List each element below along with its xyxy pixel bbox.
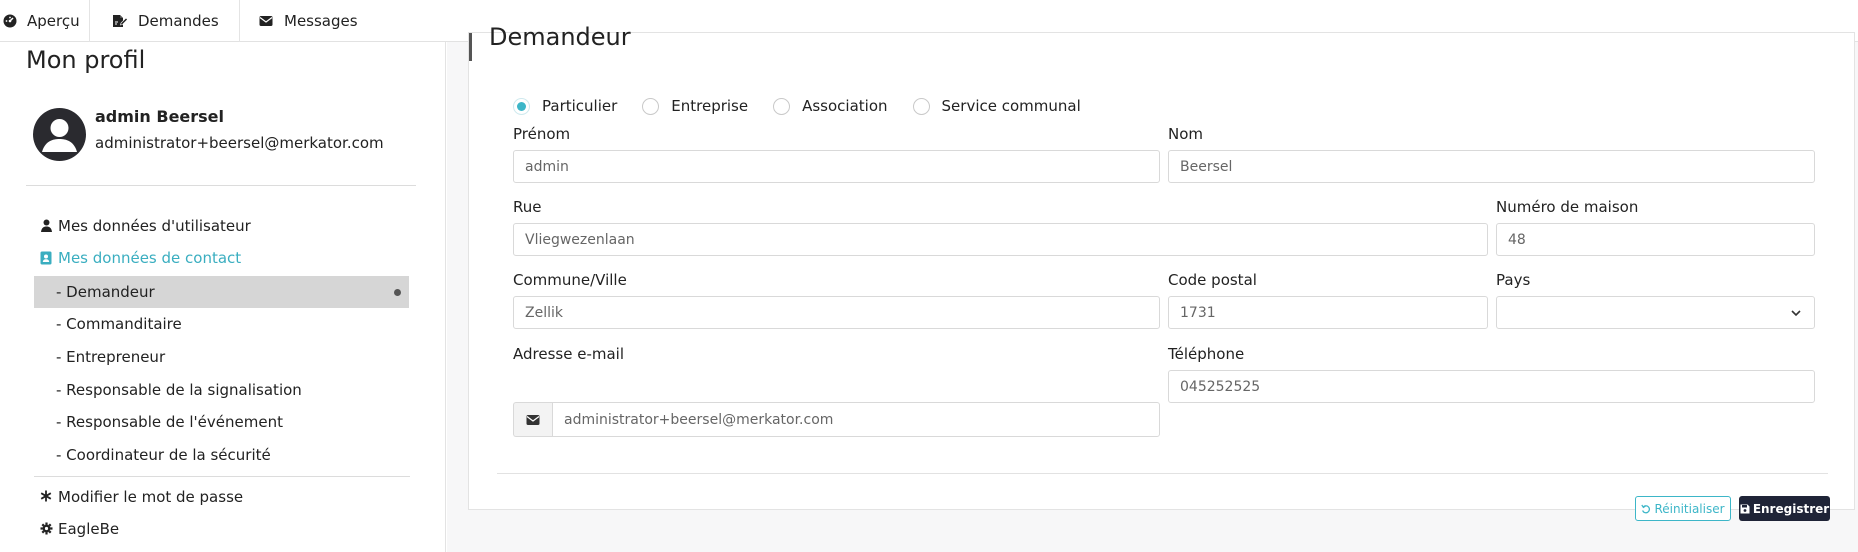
gear-icon: [40, 522, 54, 536]
user-email: administrator+beersel@merkator.com: [95, 134, 384, 152]
email-addon: [513, 402, 552, 437]
sidebar-subitem-entrepreneur[interactable]: - Entrepreneur: [34, 341, 409, 373]
sidebar-subitem-securite[interactable]: - Coordinateur de la sécurité: [34, 439, 409, 471]
sidebar-item-eaglebe-label: EagleBe: [58, 520, 120, 538]
demandeur-form-card: Demandeur Particulier Entreprise Associa…: [468, 23, 1855, 521]
email-field[interactable]: administrator+beersel@merkator.com: [552, 402, 1160, 437]
radio-circle-checked[interactable]: [513, 97, 530, 115]
label-email: Adresse e-mail: [513, 345, 624, 363]
nom-field[interactable]: Beersel: [1168, 150, 1815, 183]
prenom-field[interactable]: admin: [513, 150, 1160, 183]
type-radio-group: Particulier Entreprise Association Servi…: [513, 97, 1106, 115]
floppy-disk-icon: [1740, 504, 1750, 514]
sidebar-subitem-label: - Commanditaire: [56, 315, 182, 333]
numero-field[interactable]: 48: [1496, 223, 1815, 256]
commune-field[interactable]: Zellik: [513, 296, 1160, 329]
sidebar-subitem-label: - Entrepreneur: [56, 348, 166, 366]
sidebar-item-change-password[interactable]: Modifier le mot de passe: [40, 488, 243, 506]
sidebar-item-user-data-label: Mes données d'utilisateur: [58, 217, 251, 235]
main-content: Demandeur Particulier Entreprise Associa…: [447, 23, 1858, 552]
sidebar-item-eaglebe[interactable]: EagleBe: [40, 520, 119, 538]
label-nom: Nom: [1168, 125, 1204, 143]
label-telephone: Téléphone: [1168, 345, 1245, 363]
sidebar-subitem-label: - Responsable de l'événement: [56, 413, 283, 431]
profile-sidebar: Mon profil admin Beersel administrator+b…: [0, 42, 446, 552]
save-button-label: Enregistrer: [1752, 501, 1830, 516]
nav-apercu[interactable]: Aperçu: [0, 0, 90, 42]
sidebar-subitem-label: - Responsable de la signalisation: [56, 381, 302, 399]
active-indicator-dot: [394, 289, 401, 296]
user-avatar-icon: [42, 119, 77, 152]
radio-circle[interactable]: [912, 97, 930, 115]
sidebar-subitem-signalisation[interactable]: - Responsable de la signalisation: [34, 374, 409, 406]
envelope-icon: [258, 13, 274, 29]
divider: [26, 185, 416, 186]
sidebar-subitem-label: - Coordinateur de la sécurité: [56, 446, 271, 464]
form-title: Demandeur: [489, 23, 631, 51]
user-icon: [40, 219, 54, 233]
nav-messages[interactable]: Messages: [240, 0, 380, 42]
file-signature-icon: [112, 13, 128, 29]
reset-button-label: Réinitialiser: [1654, 501, 1725, 516]
title-accent-bar: [469, 33, 472, 61]
sidebar-item-contact-data-label: Mes données de contact: [58, 249, 242, 267]
sidebar-item-change-password-label: Modifier le mot de passe: [58, 488, 244, 506]
user-name: admin Beersel: [95, 107, 225, 126]
radio-circle[interactable]: [773, 97, 791, 115]
chevron-down-icon: [1791, 310, 1801, 317]
sidebar-subitem-label: - Demandeur: [56, 283, 155, 301]
address-book-icon: [40, 251, 54, 265]
rue-field[interactable]: Vliegwezenlaan: [513, 223, 1488, 256]
radio-label: Service communal: [941, 97, 1081, 115]
sidebar-subitem-commanditaire[interactable]: - Commanditaire: [34, 308, 409, 340]
nav-messages-label: Messages: [284, 12, 358, 30]
label-numero: Numéro de maison: [1496, 198, 1639, 216]
code-postal-field[interactable]: 1731: [1168, 296, 1488, 329]
divider: [34, 476, 410, 477]
nav-demandes-label: Demandes: [138, 12, 219, 30]
page-title: Mon profil: [26, 46, 146, 74]
radio-entreprise[interactable]: Entreprise: [642, 97, 748, 115]
sidebar-subitem-evenement[interactable]: - Responsable de l'événement: [34, 406, 409, 438]
dashboard-icon: [3, 13, 17, 29]
radio-label: Entreprise: [671, 97, 749, 115]
telephone-field[interactable]: 045252525: [1168, 370, 1815, 403]
sidebar-item-user-data[interactable]: Mes données d'utilisateur: [40, 217, 251, 235]
label-pays: Pays: [1496, 271, 1531, 289]
label-prenom: Prénom: [513, 125, 571, 143]
pays-select[interactable]: [1496, 296, 1815, 329]
label-code-postal: Code postal: [1168, 271, 1257, 289]
sidebar-item-contact-data[interactable]: Mes données de contact: [40, 249, 241, 267]
email-input-group: administrator+beersel@merkator.com: [513, 402, 1160, 437]
radio-label: Association: [802, 97, 888, 115]
radio-service-communal[interactable]: Service communal: [912, 97, 1081, 115]
sidebar-subitem-demandeur[interactable]: - Demandeur: [34, 276, 409, 308]
divider: [497, 473, 1828, 474]
nav-apercu-label: Aperçu: [27, 12, 80, 30]
undo-icon: [1641, 504, 1651, 514]
reset-button[interactable]: Réinitialiser: [1635, 496, 1731, 521]
save-button[interactable]: Enregistrer: [1739, 496, 1830, 521]
avatar: [33, 108, 86, 161]
radio-association[interactable]: Association: [773, 97, 888, 115]
radio-particulier[interactable]: Particulier: [513, 97, 617, 115]
nav-demandes[interactable]: Demandes: [90, 0, 240, 42]
envelope-icon: [526, 414, 540, 425]
label-commune: Commune/Ville: [513, 271, 627, 289]
asterisk-icon: [40, 490, 54, 504]
label-rue: Rue: [513, 198, 542, 216]
radio-circle[interactable]: [642, 97, 660, 115]
radio-label: Particulier: [542, 97, 618, 115]
